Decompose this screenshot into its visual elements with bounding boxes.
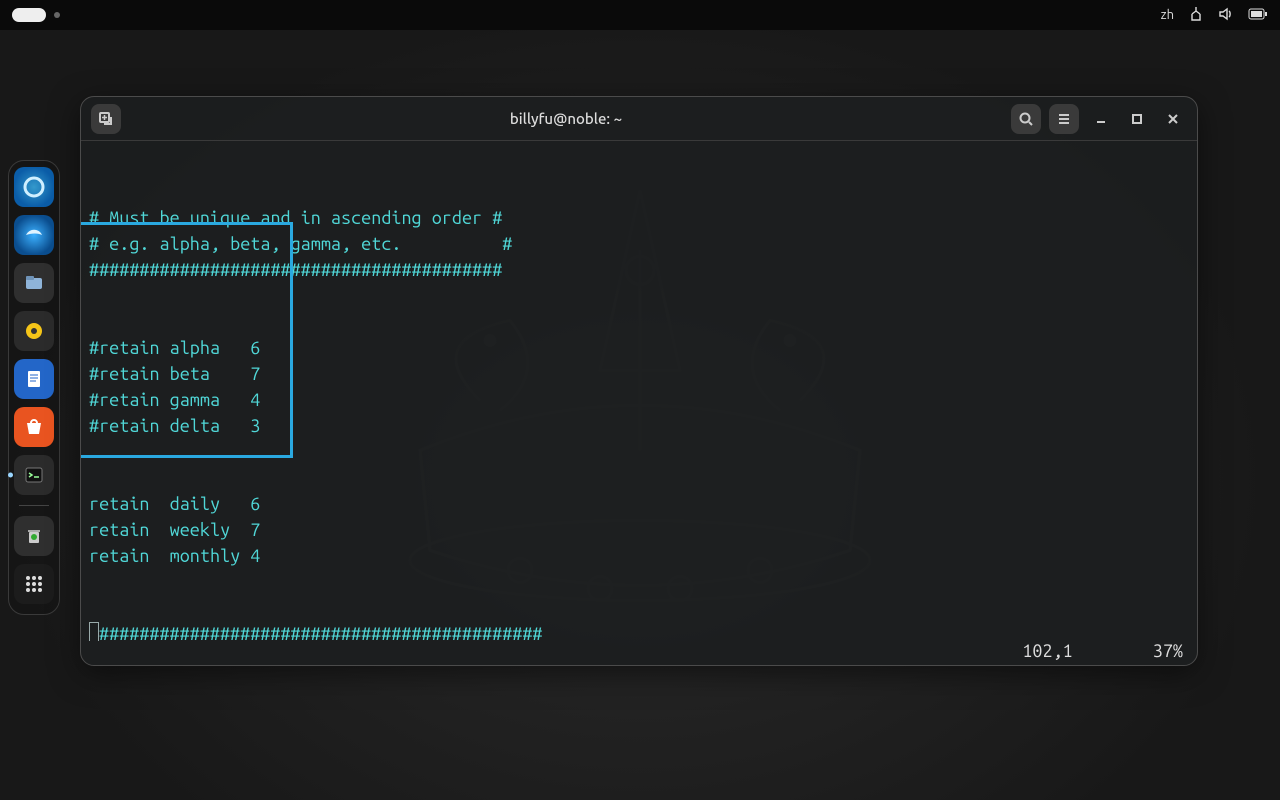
network-icon[interactable] bbox=[1188, 6, 1204, 25]
dock-item-terminal[interactable] bbox=[14, 455, 54, 495]
dock-item-rhythmbox[interactable] bbox=[14, 311, 54, 351]
window-title: billyfu@noble: ~ bbox=[121, 110, 1011, 127]
term-line: #retain alpha 6 bbox=[89, 338, 260, 358]
term-line: #retain delta 3 bbox=[89, 416, 260, 436]
menu-button[interactable] bbox=[1049, 104, 1079, 134]
term-line: # e.g. alpha, beta, gamma, etc. # bbox=[89, 234, 512, 254]
close-button[interactable] bbox=[1159, 105, 1187, 133]
top-bar: zh bbox=[0, 0, 1280, 30]
dock-item-show-applications[interactable] bbox=[14, 564, 54, 604]
search-button[interactable] bbox=[1011, 104, 1041, 134]
new-tab-button[interactable] bbox=[91, 104, 121, 134]
term-line: #retain beta 7 bbox=[89, 364, 260, 384]
term-line: retain weekly 7 bbox=[89, 520, 260, 540]
dock-separator bbox=[19, 505, 49, 506]
terminal-window: billyfu@noble: ~ # Must be unique and in… bbox=[80, 96, 1198, 666]
titlebar: billyfu@noble: ~ bbox=[81, 97, 1197, 141]
activities-pill[interactable] bbox=[12, 8, 46, 22]
vim-statusline: 102,1 37% bbox=[81, 641, 1197, 665]
dock-item-writer[interactable] bbox=[14, 359, 54, 399]
volume-icon[interactable] bbox=[1218, 6, 1234, 25]
vim-scroll-percent: 37% bbox=[1153, 641, 1183, 661]
term-line: retain monthly 4 bbox=[89, 546, 260, 566]
ime-indicator[interactable]: zh bbox=[1161, 8, 1174, 22]
dock-item-thunderbird[interactable] bbox=[14, 215, 54, 255]
minimize-button[interactable] bbox=[1087, 105, 1115, 133]
battery-icon[interactable] bbox=[1248, 8, 1268, 23]
term-line: #retain gamma 4 bbox=[89, 390, 260, 410]
term-line: ########################################… bbox=[99, 624, 543, 641]
maximize-button[interactable] bbox=[1123, 105, 1151, 133]
workspace-dot bbox=[54, 12, 60, 18]
dock-item-trash[interactable] bbox=[14, 516, 54, 556]
vim-cursor bbox=[89, 622, 99, 641]
dock-item-software[interactable] bbox=[14, 407, 54, 447]
dock-item-files[interactable] bbox=[14, 263, 54, 303]
term-line: retain daily 6 bbox=[89, 494, 260, 514]
terminal-content[interactable]: # Must be unique and in ascending order … bbox=[81, 141, 1197, 641]
term-line: ########################################… bbox=[89, 260, 502, 280]
vim-cursor-position: 102,1 bbox=[1022, 641, 1072, 661]
term-line: # Must be unique and in ascending order … bbox=[89, 208, 502, 228]
dock bbox=[8, 160, 60, 615]
dock-item-edge[interactable] bbox=[14, 167, 54, 207]
